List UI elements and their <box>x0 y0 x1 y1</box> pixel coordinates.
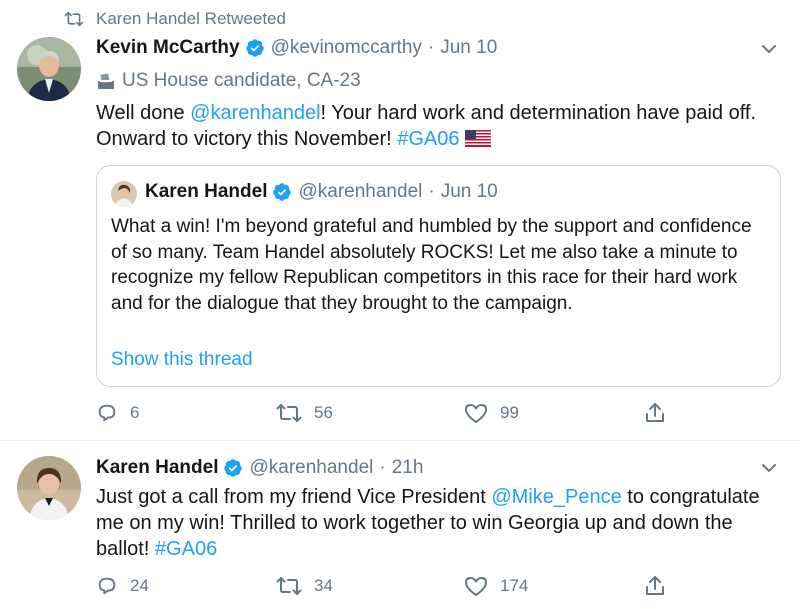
retweet-button[interactable]: 56 <box>276 400 333 426</box>
avatar[interactable] <box>17 37 81 101</box>
share-icon <box>646 576 664 595</box>
reply-count: 24 <box>130 576 149 595</box>
reply-button[interactable]: 24 <box>96 573 149 599</box>
separator-dot: · <box>427 37 435 58</box>
like-count: 99 <box>500 403 519 422</box>
tweet-text: Just got a call from my friend Vice Pres… <box>96 484 786 562</box>
share-button[interactable] <box>644 400 666 426</box>
retweet-count: 34 <box>314 576 333 595</box>
reply-icon <box>98 577 116 595</box>
share-button[interactable] <box>644 573 666 599</box>
separator-dot: · <box>428 181 435 202</box>
avatar[interactable] <box>17 456 81 520</box>
chevron-down-icon[interactable] <box>760 459 778 477</box>
reply-button[interactable]: 6 <box>96 400 139 426</box>
quoted-author-name[interactable]: Karen Handel <box>145 181 267 203</box>
hashtag-link[interactable]: #GA06 <box>397 128 459 150</box>
author-name[interactable]: Karen Handel <box>96 457 218 479</box>
mention-link[interactable]: @Mike_Pence <box>491 486 621 508</box>
candidate-label: US House candidate, CA-23 <box>96 70 361 92</box>
verified-badge-icon <box>273 183 292 201</box>
hashtag-link[interactable]: #GA06 <box>155 538 217 560</box>
tweet-text-part: Just got a call from my friend Vice Pres… <box>96 486 492 508</box>
retweet-icon <box>276 577 302 595</box>
timestamp[interactable]: Jun 10 <box>440 37 497 59</box>
tweet[interactable]: Karen Handel Retweeted Kevin McCarthy @k… <box>0 0 800 440</box>
author-handle[interactable]: @kevinomccarthy <box>271 37 422 59</box>
separator-dot: · <box>379 457 386 478</box>
author-handle[interactable]: @karenhandel <box>249 457 373 479</box>
retweet-icon <box>276 404 302 422</box>
retweet-button[interactable]: 34 <box>276 573 333 599</box>
like-button[interactable]: 99 <box>464 400 519 426</box>
reply-icon <box>98 404 116 422</box>
share-icon <box>646 403 664 422</box>
action-bar: 24 34 174 <box>96 573 696 599</box>
show-thread-link[interactable]: Show this thread <box>111 349 253 371</box>
quoted-text: What a win! I'm beyond grateful and humb… <box>111 216 752 314</box>
retweet-context-text: Karen Handel Retweeted <box>96 9 286 28</box>
mention-link[interactable]: @karenhandel <box>190 102 320 124</box>
verified-badge-icon <box>224 459 243 477</box>
retweet-icon <box>64 11 84 27</box>
heart-icon <box>465 577 487 596</box>
tweet-header: Kevin McCarthy @kevinomccarthy · Jun 10 <box>96 36 497 60</box>
quoted-author-handle[interactable]: @karenhandel <box>298 181 422 203</box>
like-button[interactable]: 174 <box>464 573 528 599</box>
chevron-down-icon[interactable] <box>760 40 778 58</box>
quoted-timestamp[interactable]: Jun 10 <box>441 181 498 203</box>
retweet-count: 56 <box>314 403 333 422</box>
verified-badge-icon <box>245 39 264 57</box>
us-flag-icon <box>465 130 492 147</box>
like-count: 174 <box>500 576 529 595</box>
tweet-text-part: Well done <box>96 102 191 124</box>
tweet-text: Well done @karenhandel! Your hard work a… <box>96 100 786 152</box>
heart-icon <box>465 404 487 423</box>
action-bar: 6 56 99 <box>96 400 696 426</box>
reply-count: 6 <box>130 403 140 422</box>
ballot-box-icon <box>98 73 114 89</box>
timestamp[interactable]: 21h <box>392 457 424 479</box>
candidate-label-text: US House candidate, CA-23 <box>122 70 361 91</box>
quoted-header: Karen Handel @karenhandel · Jun 10 <box>145 181 498 203</box>
quoted-avatar[interactable] <box>111 181 137 207</box>
quoted-tweet[interactable]: Karen Handel @karenhandel · Jun 10 What … <box>96 165 781 387</box>
author-name[interactable]: Kevin McCarthy <box>96 37 240 59</box>
tweet-header: Karen Handel @karenhandel · 21h <box>96 456 423 480</box>
